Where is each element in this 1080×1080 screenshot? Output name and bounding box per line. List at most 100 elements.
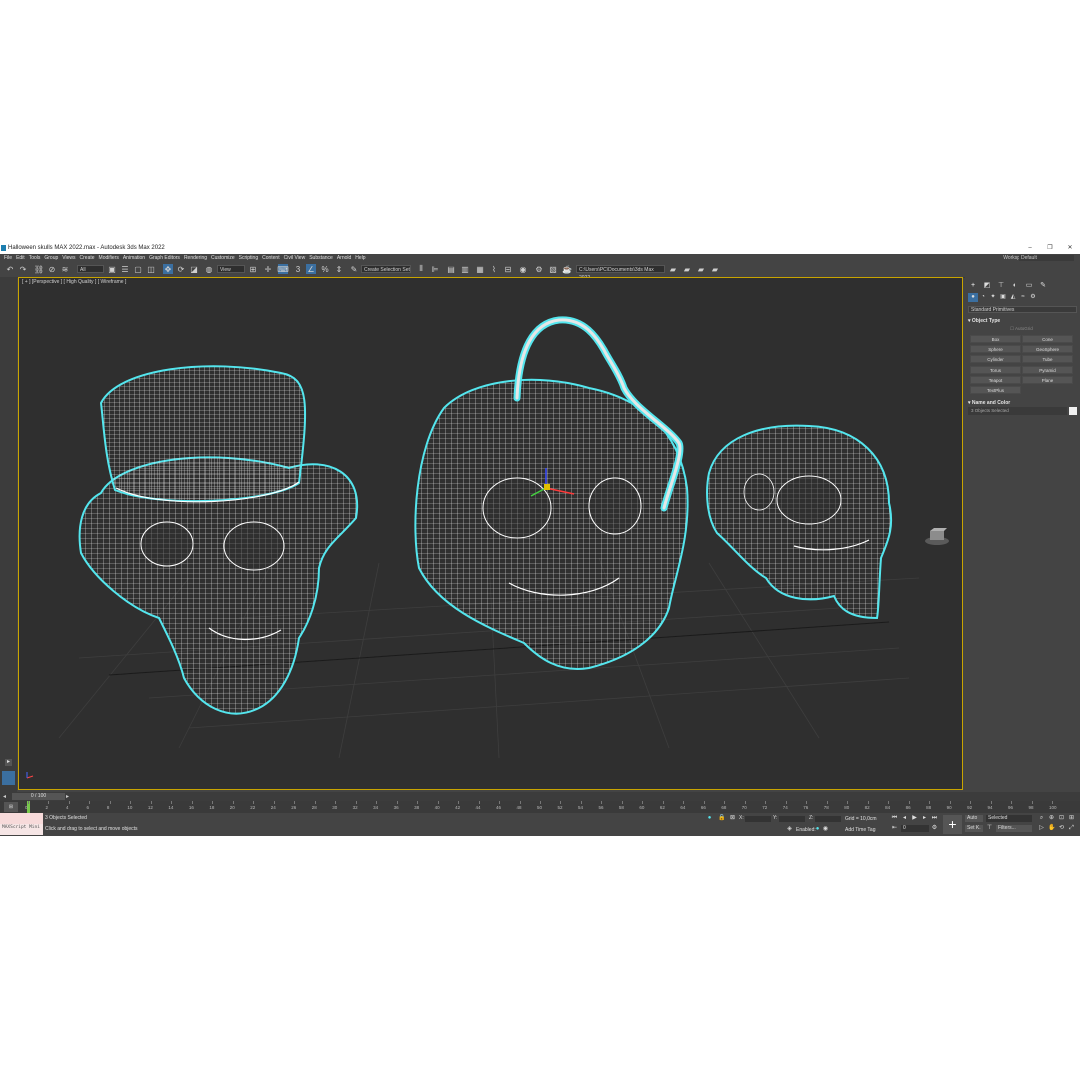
modify-tab-icon[interactable]: ◩ bbox=[982, 281, 992, 290]
hierarchy-tab-icon[interactable]: ⊤ bbox=[996, 281, 1006, 290]
percent-snap-icon[interactable]: % bbox=[320, 264, 330, 274]
bind-spacewarp-icon[interactable]: ≋ bbox=[60, 264, 70, 274]
time-tag-icon[interactable]: ◉ bbox=[822, 826, 829, 833]
zoom-extents-icon[interactable]: ⊡ bbox=[1058, 815, 1065, 822]
reference-coordinate-dropdown[interactable]: View bbox=[217, 265, 245, 273]
redo-icon[interactable]: ↷ bbox=[18, 264, 28, 274]
zoom-all-icon[interactable]: ⊕ bbox=[1048, 815, 1055, 822]
zoom-extents-all-icon[interactable]: ⊞ bbox=[1068, 815, 1075, 822]
menu-help[interactable]: Help bbox=[355, 254, 365, 262]
autogrid-checkbox[interactable]: ☐ AutoGrid bbox=[1010, 326, 1033, 332]
isolate-selection-icon[interactable]: ● bbox=[706, 815, 713, 822]
selection-region-icon[interactable]: ▢ bbox=[133, 264, 143, 274]
filters-button[interactable]: Filters... bbox=[996, 825, 1032, 832]
menu-scripting[interactable]: Scripting bbox=[239, 254, 258, 262]
plane-button[interactable]: Plane bbox=[1022, 376, 1073, 384]
selection-set-dropdown[interactable]: Create Selection Set bbox=[361, 265, 411, 273]
workspaces-dropdown[interactable]: Default bbox=[1019, 255, 1074, 261]
name-and-color-rollout[interactable]: ▾ Name and Color bbox=[968, 399, 1077, 407]
helpers-icon[interactable]: ◭ bbox=[1008, 293, 1018, 302]
menu-file[interactable]: File bbox=[4, 254, 12, 262]
set-key-icon[interactable]: ⊤ bbox=[986, 825, 993, 832]
browse-folder-icon[interactable]: ▰ bbox=[710, 264, 720, 274]
add-time-tag-button[interactable]: Add Time Tag bbox=[845, 827, 875, 833]
pan-icon[interactable]: ✋ bbox=[1048, 825, 1055, 832]
field-of-view-icon[interactable]: ▷ bbox=[1038, 825, 1045, 832]
menu-substance[interactable]: Substance bbox=[309, 254, 333, 262]
select-manipulate-icon[interactable]: ✛ bbox=[263, 264, 273, 274]
prev-frame-icon[interactable]: ◂ bbox=[3, 793, 6, 800]
curve-editor-icon[interactable]: ⌇ bbox=[489, 264, 499, 274]
current-frame-field[interactable]: 0 bbox=[901, 825, 929, 832]
selection-filter-dropdown[interactable]: All bbox=[77, 265, 104, 273]
open-folder-icon[interactable]: ▰ bbox=[668, 264, 678, 274]
schematic-view-icon[interactable]: ⊟ bbox=[503, 264, 513, 274]
cone-button[interactable]: Cone bbox=[1022, 335, 1073, 343]
scene-explorer-icon[interactable]: ▤ bbox=[446, 264, 456, 274]
tube-button[interactable]: Tube bbox=[1022, 355, 1073, 363]
geosphere-button[interactable]: GeoSphere bbox=[1022, 345, 1073, 353]
angle-snap-icon[interactable]: ∠ bbox=[306, 264, 316, 274]
next-key-icon[interactable]: ▸ bbox=[921, 815, 928, 822]
next-frame-icon[interactable]: ▸ bbox=[66, 793, 69, 800]
pivot-center-icon[interactable]: ⊞ bbox=[248, 264, 258, 274]
systems-icon[interactable]: ⚙ bbox=[1028, 293, 1038, 302]
time-configuration-icon[interactable]: ⚙ bbox=[931, 825, 938, 832]
select-object-icon[interactable]: ▣ bbox=[107, 264, 117, 274]
display-tab-icon[interactable]: ▭ bbox=[1024, 281, 1034, 290]
undo-icon[interactable]: ↶ bbox=[5, 264, 15, 274]
material-editor-icon[interactable]: ◉ bbox=[518, 264, 528, 274]
cameras-icon[interactable]: ▣ bbox=[998, 293, 1008, 302]
maxscript-listener[interactable]: MAXScript Mini bbox=[0, 813, 43, 835]
key-mode-icon[interactable]: ⇤ bbox=[891, 825, 898, 832]
menu-views[interactable]: Views bbox=[62, 254, 75, 262]
keyboard-shortcut-override-icon[interactable]: ⌨ bbox=[277, 264, 289, 274]
x-coordinate-field[interactable] bbox=[745, 816, 771, 822]
align-icon[interactable]: ⊫ bbox=[430, 264, 440, 274]
menu-rendering[interactable]: Rendering bbox=[184, 254, 207, 262]
new-key-icon[interactable]: + bbox=[943, 815, 962, 834]
select-move-icon[interactable]: ✥ bbox=[163, 264, 173, 274]
go-to-end-icon[interactable]: ⏭ bbox=[931, 815, 938, 822]
track-bar[interactable]: ⊞ 0 2 4 6 8 10 12 14 16 18 20 22 24 26 28 30 32 34 36 38 40 4… bbox=[0, 801, 1080, 813]
expand-arrow-icon[interactable]: ▸ bbox=[5, 759, 12, 766]
menu-graph-editors[interactable]: Graph Editors bbox=[149, 254, 180, 262]
render-production-icon[interactable]: ☕ bbox=[562, 264, 572, 274]
maximize-button[interactable]: ❐ bbox=[1039, 243, 1061, 254]
perspective-viewport[interactable]: [ + ] [Perspective ] [ High Quality ] [ … bbox=[18, 277, 963, 790]
render-setup-icon[interactable]: ⚙ bbox=[534, 264, 544, 274]
rendered-frame-window-icon[interactable]: ▧ bbox=[548, 264, 558, 274]
select-by-name-icon[interactable]: ☰ bbox=[120, 264, 130, 274]
select-scale-icon[interactable]: ◪ bbox=[189, 264, 199, 274]
zoom-icon[interactable]: ⌕ bbox=[1038, 815, 1045, 822]
orbit-icon[interactable]: ⟲ bbox=[1058, 825, 1065, 832]
menu-tools[interactable]: Tools bbox=[29, 254, 41, 262]
enabled-toggle[interactable]: ● bbox=[814, 826, 821, 833]
close-button[interactable]: ✕ bbox=[1059, 243, 1080, 254]
object-name-field[interactable]: 3 Objects Selected bbox=[968, 407, 1067, 415]
previous-frame-icon[interactable]: ◂ bbox=[901, 815, 908, 822]
lights-icon[interactable]: ✦ bbox=[988, 293, 998, 302]
go-to-start-icon[interactable]: ⏮ bbox=[891, 815, 898, 822]
menu-civil-view[interactable]: Civil View bbox=[284, 254, 306, 262]
key-filter-dropdown[interactable]: Selected bbox=[986, 815, 1032, 822]
object-category-dropdown[interactable]: Standard Primitives bbox=[968, 306, 1077, 313]
auto-key-button[interactable]: Auto bbox=[965, 815, 983, 822]
cylinder-button[interactable]: Cylinder bbox=[970, 355, 1021, 363]
select-place-icon[interactable]: ◍ bbox=[204, 264, 214, 274]
torus-button[interactable]: Torus bbox=[970, 366, 1021, 374]
z-coordinate-field[interactable] bbox=[815, 816, 841, 822]
selection-lock-icon[interactable]: 🔒 bbox=[718, 815, 725, 822]
object-color-swatch[interactable] bbox=[1069, 407, 1077, 415]
menu-arnold[interactable]: Arnold bbox=[337, 254, 351, 262]
geometry-icon[interactable]: ● bbox=[968, 293, 978, 302]
window-crossing-icon[interactable]: ◫ bbox=[146, 264, 156, 274]
project-folder-dropdown[interactable]: C:\Users\PC\Documents\3ds Max 2022 bbox=[576, 265, 665, 281]
project-folder-icon[interactable]: ▰ bbox=[682, 264, 692, 274]
snaps-toggle-icon[interactable]: 3 bbox=[293, 264, 303, 274]
edit-named-selection-icon[interactable]: ✎ bbox=[349, 264, 359, 274]
y-coordinate-field[interactable] bbox=[779, 816, 805, 822]
set-key-button[interactable]: Set K. bbox=[965, 825, 983, 832]
menu-customize[interactable]: Customize bbox=[211, 254, 235, 262]
adaptive-degradation-icon[interactable]: ◈ bbox=[786, 826, 793, 833]
